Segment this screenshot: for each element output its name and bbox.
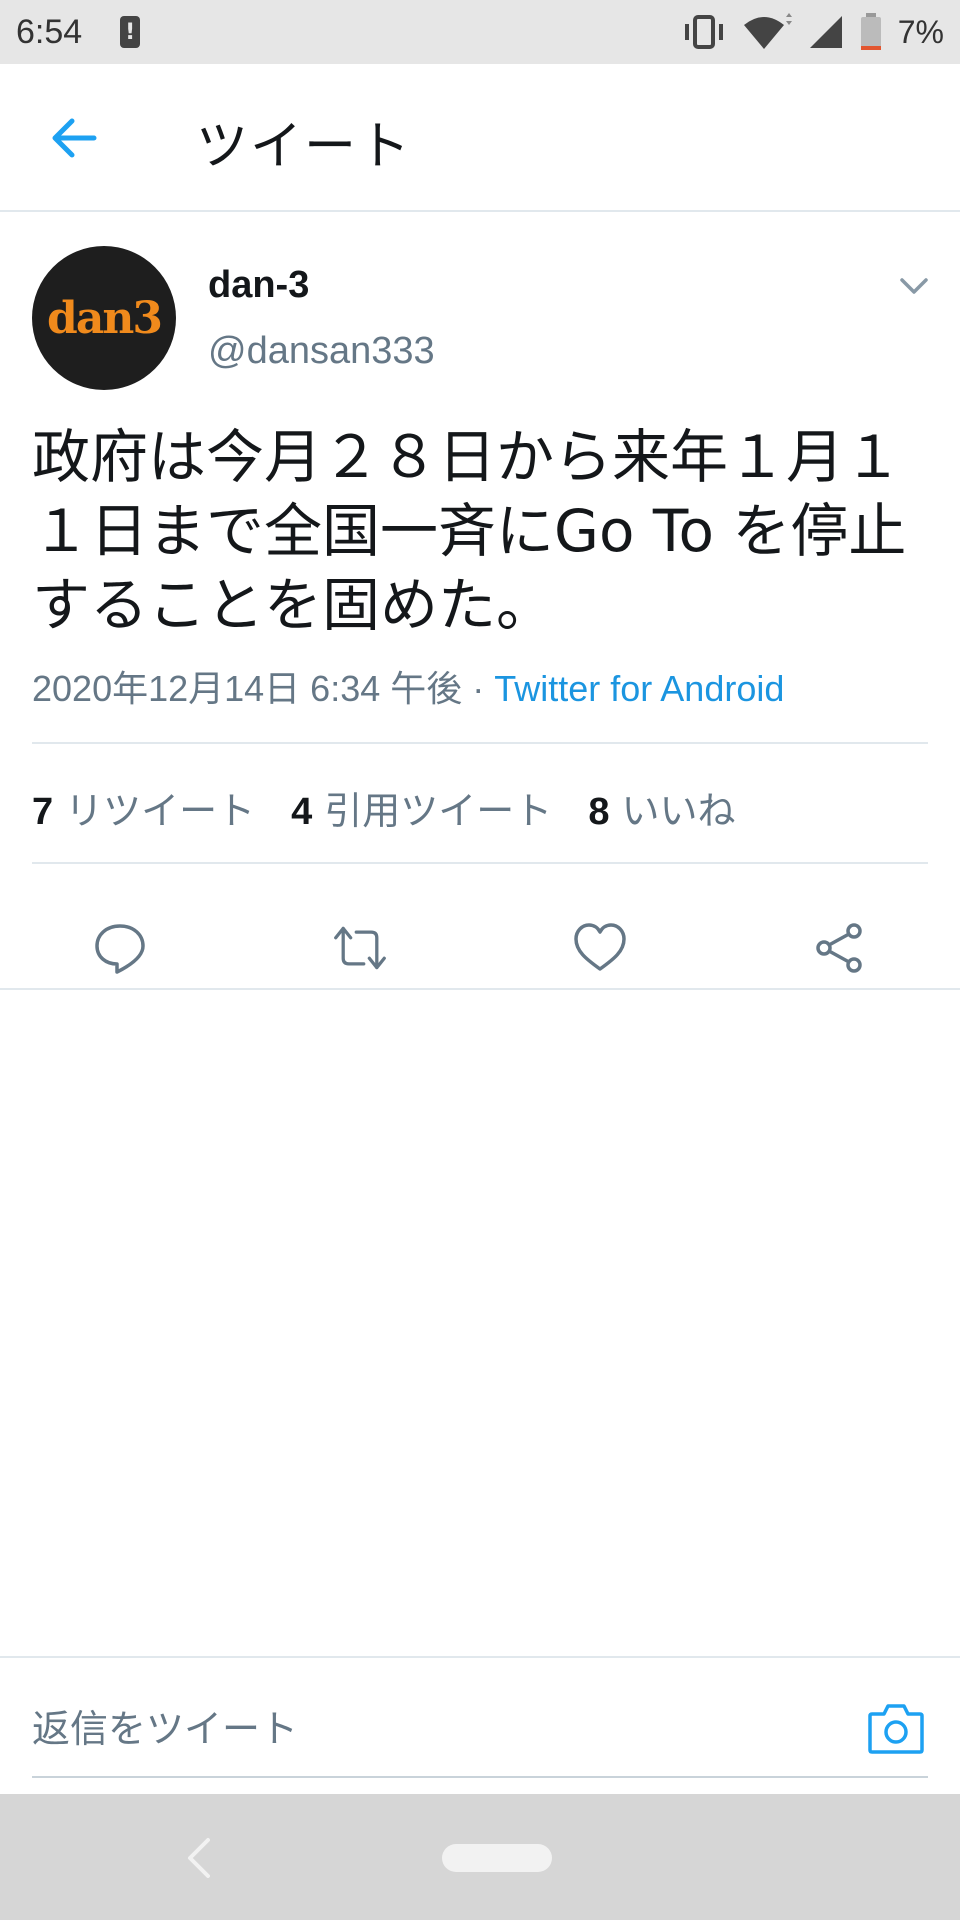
stat-label: リツイート xyxy=(65,791,256,833)
battery-percent: 7% xyxy=(897,13,944,50)
more-options-button[interactable] xyxy=(896,268,932,304)
camera-icon xyxy=(868,1704,924,1754)
tweet-source[interactable]: Twitter for Android xyxy=(494,668,784,709)
arrow-left-icon xyxy=(52,118,97,158)
chevron-down-icon xyxy=(900,278,928,294)
tweet-stats: 7 リツイート 4 引用ツイート 8 いいね xyxy=(32,780,771,835)
retweet-button[interactable] xyxy=(332,920,388,976)
vibrate-icon xyxy=(684,15,723,49)
like-button[interactable] xyxy=(572,920,628,976)
reply-bar: 返信をツイート xyxy=(0,1656,960,1778)
like-icon xyxy=(574,923,626,971)
back-button[interactable] xyxy=(46,114,102,162)
stat-label: 引用ツイート xyxy=(324,791,553,833)
reply-underline xyxy=(32,1776,928,1778)
tweet-actions xyxy=(0,902,960,992)
display-name[interactable]: dan-3 xyxy=(208,264,309,307)
status-time: 6:54 xyxy=(16,12,83,51)
tweet-meta: 2020年12月14日 6:34 午後 · Twitter for Androi… xyxy=(32,660,784,712)
stat-likes[interactable]: 8 いいね xyxy=(588,780,735,835)
tweet-text: 政府は今月２８日から来年１月１１日まで全国一斉にGo To を停止することを固め… xyxy=(32,423,907,639)
share-button[interactable] xyxy=(812,920,868,976)
divider xyxy=(32,862,928,864)
stat-quote-tweets[interactable]: 4 引用ツイート xyxy=(291,780,552,835)
header: ツイート xyxy=(0,64,960,212)
stat-count: 4 xyxy=(291,791,313,833)
system-back-button[interactable] xyxy=(182,1834,214,1882)
stat-retweets[interactable]: 7 リツイート xyxy=(32,780,255,835)
tweet-timestamp: 2020年12月14日 6:34 午後 xyxy=(32,668,463,709)
stat-count: 8 xyxy=(588,791,610,833)
signal-icon xyxy=(809,16,842,48)
wifi-icon xyxy=(743,13,792,49)
camera-button[interactable] xyxy=(866,1700,926,1756)
system-home-button[interactable] xyxy=(442,1844,552,1872)
user-handle[interactable]: @dansan333 xyxy=(208,330,435,373)
chevron-left-icon xyxy=(188,1838,210,1878)
system-nav-bar xyxy=(0,1794,960,1920)
reply-input[interactable]: 返信をツイート xyxy=(32,1698,298,1753)
status-bar: 6:54 ! 7% xyxy=(0,0,960,64)
avatar-text: dan3 xyxy=(47,292,163,344)
avatar[interactable]: dan3 xyxy=(32,246,176,390)
status-icons: 7% xyxy=(682,13,944,51)
retweet-icon xyxy=(334,926,386,970)
reply-icon xyxy=(95,924,145,974)
stat-label: いいね xyxy=(621,791,736,833)
meta-separator: · xyxy=(462,668,495,709)
reply-button[interactable] xyxy=(92,920,148,976)
alert-icon: ! xyxy=(120,16,141,48)
divider xyxy=(0,988,960,990)
stat-count: 7 xyxy=(32,791,54,833)
battery-icon xyxy=(860,13,881,50)
divider xyxy=(32,742,928,744)
share-icon xyxy=(816,923,862,973)
page-title: ツイート xyxy=(196,117,413,177)
